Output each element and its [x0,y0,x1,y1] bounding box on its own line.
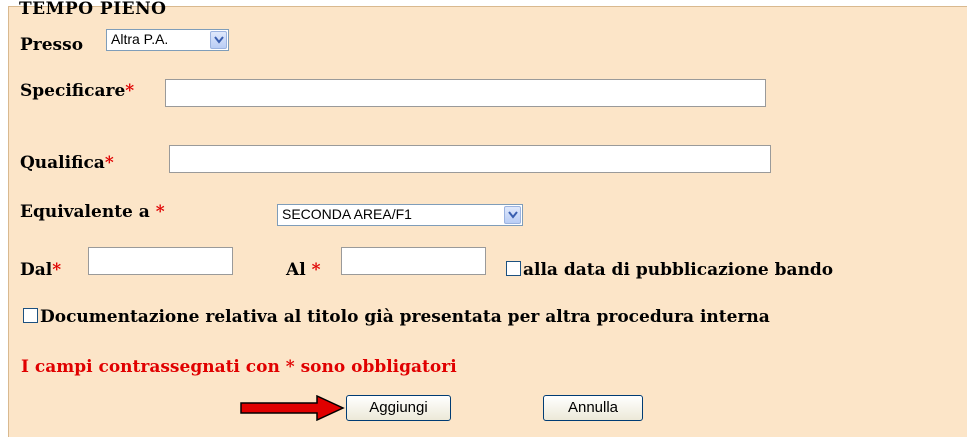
required-fields-note: I campi contrassegnati con * sono obblig… [21,357,457,377]
alla-data-label: alla data di pubblicazione bando [523,260,834,280]
documentazione-checkbox[interactable] [23,308,38,323]
specificare-input[interactable] [165,79,766,107]
qualifica-input[interactable] [169,145,771,173]
qualifica-label: Qualifica* [20,153,114,173]
al-label: Al * [286,260,321,280]
equivalente-label: Equivalente a * [20,202,165,222]
chevron-down-icon[interactable] [504,206,521,224]
dal-label: Dal* [20,260,62,280]
alla-data-checkbox[interactable] [506,261,521,276]
presso-label: Presso [20,35,84,55]
equivalente-select[interactable]: SECONDA AREA/F1 [277,204,523,226]
form-panel: TEMPO PIENO Presso Altra P.A. Specificar… [8,0,967,437]
aggiungi-button[interactable]: Aggiungi [346,395,451,421]
annulla-button[interactable]: Annulla [543,395,643,421]
section-legend: TEMPO PIENO [19,0,167,19]
red-arrow-icon [240,395,345,421]
equivalente-select-value: SECONDA AREA/F1 [282,206,412,222]
al-input[interactable] [341,247,486,275]
presso-select-value: Altra P.A. [111,31,169,47]
presso-select[interactable]: Altra P.A. [106,29,229,51]
chevron-down-icon[interactable] [210,31,227,49]
documentazione-label: Documentazione relativa al titolo già pr… [40,307,770,327]
specificare-label: Specificare* [20,81,135,101]
dal-input[interactable] [88,247,233,275]
